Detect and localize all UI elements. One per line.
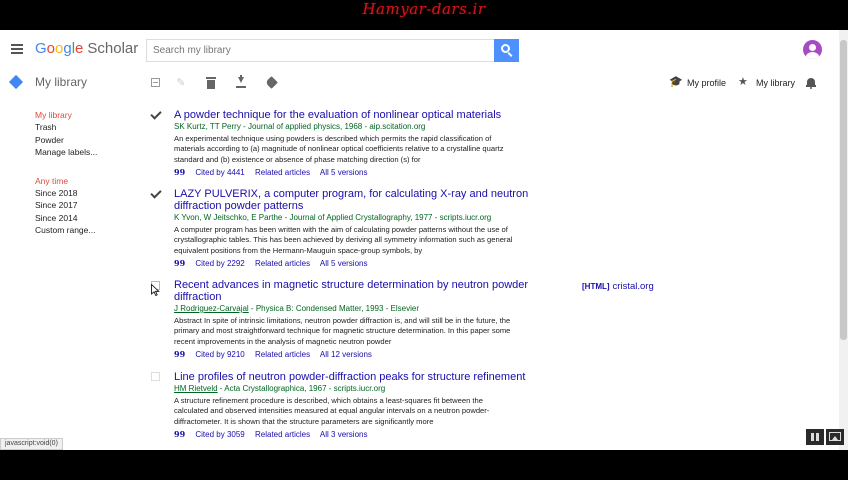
cited-by-link[interactable]: Cited by 2292 [195, 259, 244, 268]
result-item: Line profiles of neutron powder-diffract… [174, 371, 694, 440]
result-title[interactable]: A powder technique for the evaluation of… [174, 109, 529, 121]
result-checkbox[interactable] [151, 372, 160, 381]
result-title[interactable]: Line profiles of neutron powder-diffract… [174, 371, 534, 383]
cited-by-link[interactable]: Cited by 9210 [195, 350, 244, 359]
scrollbar-thumb[interactable] [840, 40, 847, 340]
cited-by-link[interactable]: Cited by 4441 [195, 168, 244, 177]
result-checkbox[interactable] [151, 189, 160, 198]
fulltext-site-label: cristal.org [612, 281, 654, 292]
all-versions-link[interactable]: All 12 versions [320, 350, 372, 359]
result-actions: 99 Cited by 4441 Related articles All 5 … [174, 167, 694, 178]
result-item: A powder technique for the evaluation of… [174, 109, 694, 178]
results-list: A powder technique for the evaluation of… [0, 30, 848, 450]
result-source: SK Kurtz, TT Perry - Journal of applied … [174, 122, 426, 131]
airplay-icon[interactable] [826, 429, 844, 445]
result-authors: J Rodriguez-Carvajal - Physica B: Conden… [174, 304, 694, 314]
all-versions-link[interactable]: All 5 versions [320, 168, 368, 177]
result-actions: 99 Cited by 2292 Related articles All 5 … [174, 258, 694, 269]
related-articles-link[interactable]: Related articles [255, 259, 310, 268]
related-articles-link[interactable]: Related articles [255, 430, 310, 439]
result-author-link[interactable]: HM Rietveld [174, 384, 218, 393]
result-snippet: A computer program has been written with… [174, 225, 513, 255]
result-snippet: Abstract In spite of intrinsic limitatio… [174, 316, 511, 346]
mouse-cursor-icon [151, 284, 160, 296]
fulltext-type-label: [HTML] [582, 282, 610, 291]
cite-icon[interactable]: 99 [174, 167, 185, 177]
result-authors: SK Kurtz, TT Perry - Journal of applied … [174, 122, 694, 132]
fulltext-link[interactable]: [HTML] cristal.org [582, 281, 654, 293]
result-author-link[interactable]: J Rodriguez-Carvajal [174, 304, 249, 313]
cited-by-link[interactable]: Cited by 3059 [195, 430, 244, 439]
result-source: K Yvon, W Jeitschko, E Parthe - Journal … [174, 213, 492, 222]
cite-icon[interactable]: 99 [174, 258, 185, 268]
result-source: - Physica B: Condensed Matter, 1993 - El… [248, 304, 420, 313]
all-versions-link[interactable]: All 3 versions [320, 430, 368, 439]
scrollbar[interactable] [839, 30, 848, 450]
related-articles-link[interactable]: Related articles [255, 168, 310, 177]
pause-icon[interactable] [806, 429, 824, 445]
result-title[interactable]: Recent advances in magnetic structure de… [174, 279, 529, 303]
result-actions: 99 Cited by 9210 Related articles All 12… [174, 349, 694, 360]
result-authors: K Yvon, W Jeitschko, E Parthe - Journal … [174, 213, 694, 223]
scholar-app: Google Scholar Search my library My libra… [0, 30, 848, 450]
result-source: - Acta Crystallographica, 1967 - scripts… [217, 384, 386, 393]
video-letterbox-bottom [0, 450, 848, 480]
result-snippet: A structure refinement procedure is desc… [174, 396, 490, 426]
result-checkbox[interactable] [151, 110, 160, 119]
result-actions: 99 Cited by 3059 Related articles All 3 … [174, 429, 694, 440]
all-versions-link[interactable]: All 5 versions [320, 259, 368, 268]
result-item: LAZY PULVERIX, a computer program, for c… [174, 188, 694, 269]
related-articles-link[interactable]: Related articles [255, 350, 310, 359]
result-authors: HM Rietveld - Acta Crystallographica, 19… [174, 384, 694, 394]
status-bar: javascript:void(0) [0, 438, 63, 450]
cite-icon[interactable]: 99 [174, 349, 185, 359]
result-snippet: An experimental technique using powders … [174, 134, 504, 164]
watermark: Hamyar-dars.ir [362, 0, 486, 18]
result-title[interactable]: LAZY PULVERIX, a computer program, for c… [174, 188, 529, 212]
cite-icon[interactable]: 99 [174, 429, 185, 439]
